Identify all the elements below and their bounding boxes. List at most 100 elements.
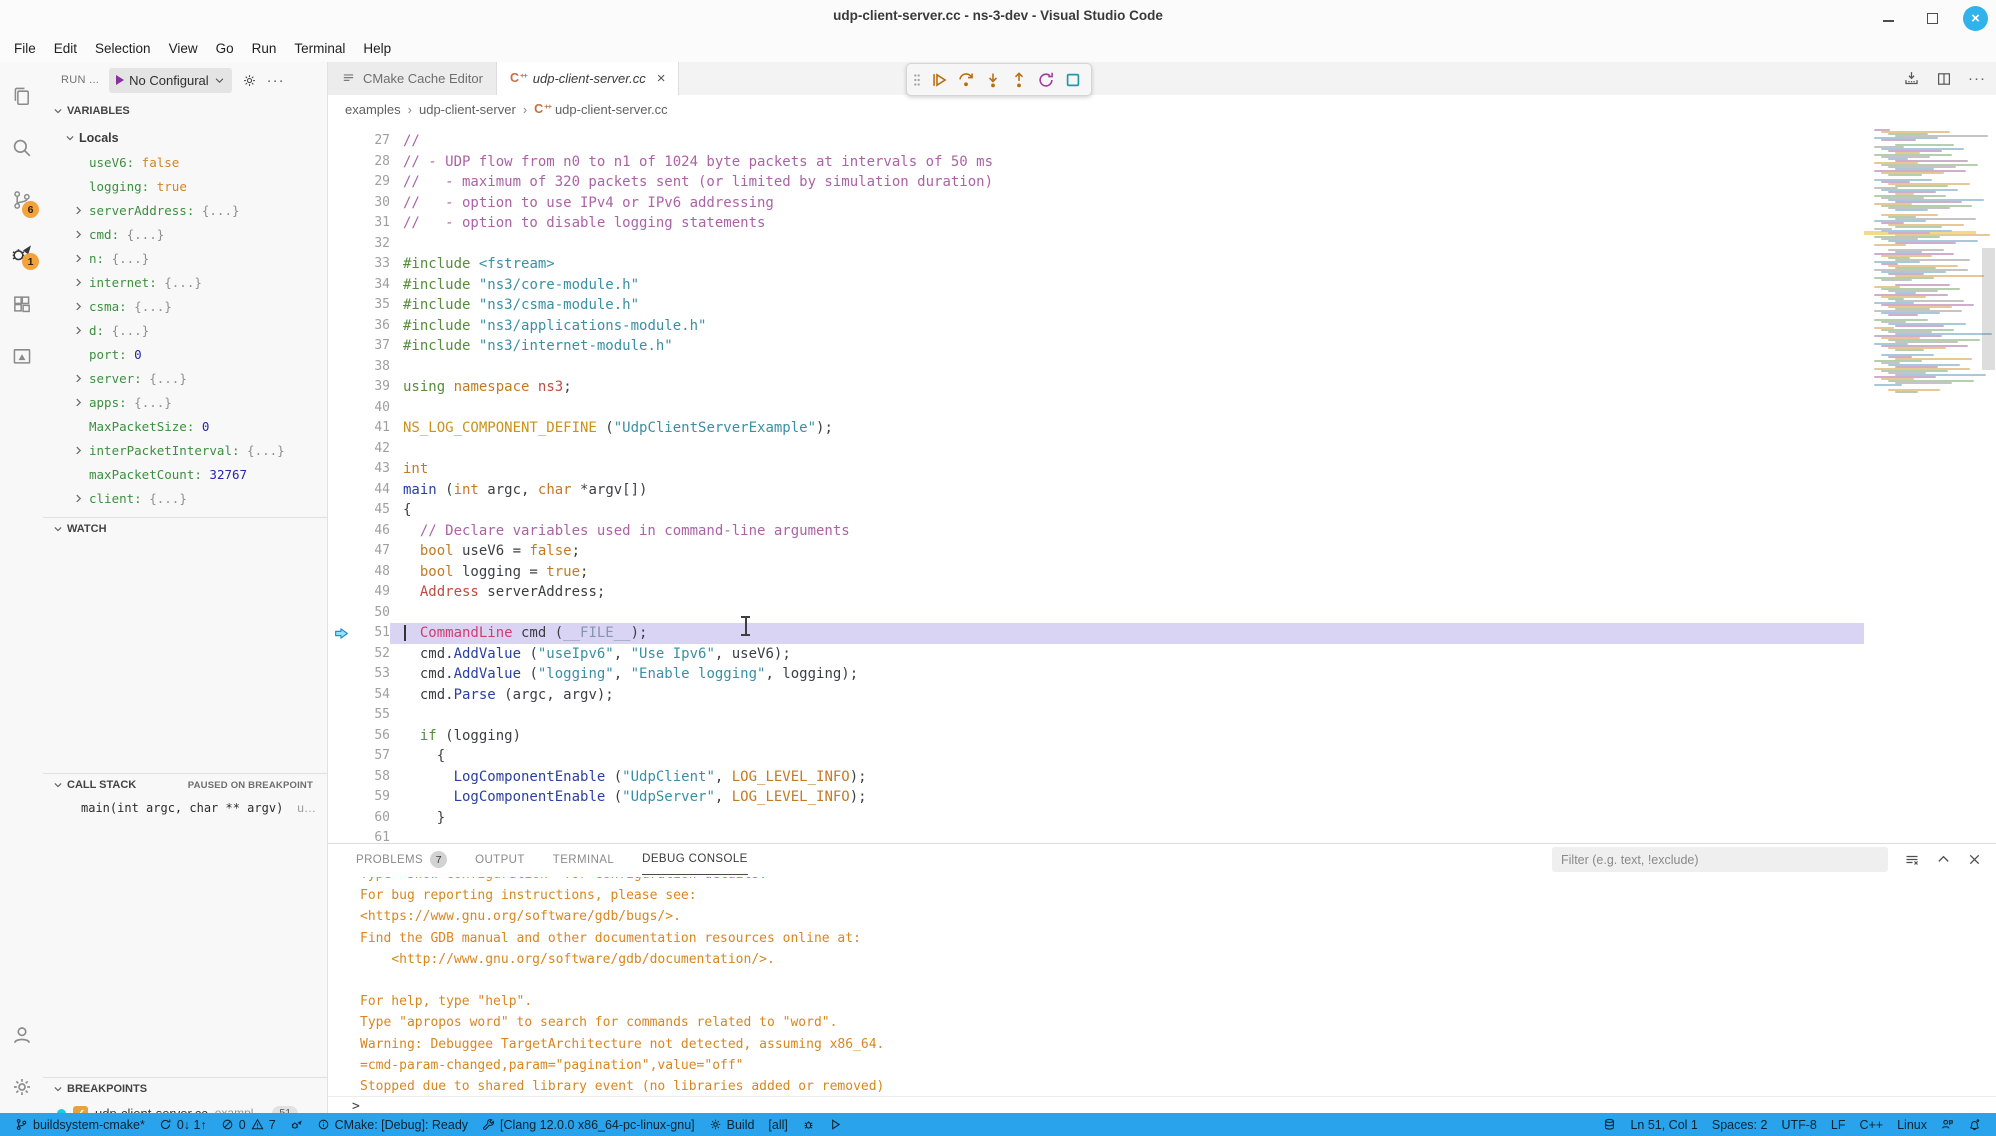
problems-status[interactable]: 07 bbox=[214, 1113, 283, 1136]
code-line-57[interactable]: 57 { bbox=[328, 746, 1864, 767]
code-line-43[interactable]: 43int bbox=[328, 459, 1864, 480]
close-panel-icon[interactable] bbox=[1967, 852, 1982, 867]
code-line-51[interactable]: 51 CommandLine cmd (__FILE__); bbox=[328, 623, 1864, 644]
start-debug-icon[interactable] bbox=[116, 75, 124, 85]
variable-cmd[interactable]: cmd: {...} bbox=[43, 222, 327, 246]
code-line-59[interactable]: 59 LogComponentEnable ("UdpServer", LOG_… bbox=[328, 787, 1864, 808]
scope-locals[interactable]: Locals bbox=[43, 122, 327, 150]
code-line-46[interactable]: 46 // Declare variables used in command-… bbox=[328, 521, 1864, 542]
debug-status[interactable] bbox=[283, 1113, 310, 1136]
code-line-28[interactable]: 28// - UDP flow from n0 to n1 of 1024 by… bbox=[328, 152, 1864, 173]
cmake-status[interactable]: CMake: [Debug]: Ready bbox=[310, 1113, 475, 1136]
variable-logging[interactable]: logging: true bbox=[43, 174, 327, 198]
code-line-60[interactable]: 60 } bbox=[328, 808, 1864, 829]
line-number[interactable]: 32 bbox=[328, 234, 390, 255]
variable-apps[interactable]: apps: {...} bbox=[43, 390, 327, 414]
line-number[interactable]: 41 bbox=[328, 418, 390, 439]
variables-section-header[interactable]: VARIABLES bbox=[43, 100, 327, 122]
line-number[interactable]: 39 bbox=[328, 377, 390, 398]
code-line-49[interactable]: 49 Address serverAddress; bbox=[328, 582, 1864, 603]
menu-help[interactable]: Help bbox=[354, 38, 400, 60]
tray-download-icon[interactable] bbox=[1903, 70, 1920, 87]
feedback[interactable] bbox=[1934, 1113, 1961, 1136]
activity-account[interactable] bbox=[0, 1009, 43, 1061]
code-line-35[interactable]: 35#include "ns3/csma-module.h" bbox=[328, 295, 1864, 316]
line-number[interactable]: 53 bbox=[328, 664, 390, 685]
breakpoints-section-header[interactable]: BREAKPOINTS bbox=[43, 1078, 327, 1100]
more-actions-icon[interactable]: ··· bbox=[267, 72, 285, 89]
variable-serverAddress[interactable]: serverAddress: {...} bbox=[43, 198, 327, 222]
line-number[interactable]: 54 bbox=[328, 685, 390, 706]
close-tab-icon[interactable]: × bbox=[657, 70, 666, 87]
build-button[interactable]: Build bbox=[702, 1113, 762, 1136]
console-filter-input[interactable] bbox=[1552, 847, 1888, 872]
line-number[interactable]: 50 bbox=[328, 603, 390, 624]
step-out-button[interactable] bbox=[1006, 67, 1032, 93]
split-editor-icon[interactable] bbox=[1936, 71, 1952, 87]
line-number[interactable]: 45 bbox=[328, 500, 390, 521]
code-line-50[interactable]: 50 bbox=[328, 603, 1864, 624]
drag-grip[interactable] bbox=[912, 71, 922, 89]
variable-MaxPacketSize[interactable]: MaxPacketSize: 0 bbox=[43, 414, 327, 438]
variable-maxPacketCount[interactable]: maxPacketCount: 32767 bbox=[43, 462, 327, 486]
menu-view[interactable]: View bbox=[160, 38, 207, 60]
code-line-39[interactable]: 39using namespace ns3; bbox=[328, 377, 1864, 398]
variable-interPacketInterval[interactable]: interPacketInterval: {...} bbox=[43, 438, 327, 462]
notifications[interactable] bbox=[1961, 1113, 1988, 1136]
tab-cmake-cache-editor[interactable]: CMake Cache Editor bbox=[328, 62, 497, 95]
code-line-29[interactable]: 29// - maximum of 320 packets sent (or l… bbox=[328, 172, 1864, 193]
variable-d[interactable]: d: {...} bbox=[43, 318, 327, 342]
line-number[interactable]: 33 bbox=[328, 254, 390, 275]
menu-run[interactable]: Run bbox=[243, 38, 286, 60]
menu-go[interactable]: Go bbox=[207, 38, 243, 60]
breadcrumb-item[interactable]: udp-client-server bbox=[419, 102, 516, 117]
variable-client[interactable]: client: {...} bbox=[43, 486, 327, 510]
code-line-55[interactable]: 55 bbox=[328, 705, 1864, 726]
code-line-37[interactable]: 37#include "ns3/internet-module.h" bbox=[328, 336, 1864, 357]
code-line-53[interactable]: 53 cmd.AddValue ("logging", "Enable logg… bbox=[328, 664, 1864, 685]
indentation[interactable]: Spaces: 2 bbox=[1705, 1113, 1775, 1136]
language-mode[interactable]: C++ bbox=[1852, 1113, 1890, 1136]
code-line-36[interactable]: 36#include "ns3/applications-module.h" bbox=[328, 316, 1864, 337]
step-into-button[interactable] bbox=[980, 67, 1006, 93]
code-line-52[interactable]: 52 cmd.AddValue ("useIpv6", "Use Ipv6", … bbox=[328, 644, 1864, 665]
call-stack-section-header[interactable]: CALL STACK PAUSED ON BREAKPOINT bbox=[43, 774, 327, 796]
breadcrumb-item[interactable]: examples bbox=[345, 102, 401, 117]
variable-server[interactable]: server: {...} bbox=[43, 366, 327, 390]
line-number[interactable]: 30 bbox=[328, 193, 390, 214]
line-number[interactable]: 49 bbox=[328, 582, 390, 603]
launch-button[interactable] bbox=[822, 1113, 849, 1136]
variable-internet[interactable]: internet: {...} bbox=[43, 270, 327, 294]
activity-search[interactable] bbox=[0, 122, 43, 174]
line-number[interactable]: 28 bbox=[328, 152, 390, 173]
minimize-button[interactable] bbox=[1875, 5, 1901, 31]
variable-csma[interactable]: csma: {...} bbox=[43, 294, 327, 318]
code-line-45[interactable]: 45{ bbox=[328, 500, 1864, 521]
line-number[interactable]: 40 bbox=[328, 398, 390, 419]
menu-edit[interactable]: Edit bbox=[45, 38, 86, 60]
remote-status[interactable] bbox=[1596, 1113, 1623, 1136]
code-line-56[interactable]: 56 if (logging) bbox=[328, 726, 1864, 747]
code-line-27[interactable]: 27// bbox=[328, 131, 1864, 152]
activity-run-debug[interactable]: 1 bbox=[0, 226, 43, 278]
branch-status[interactable]: buildsystem-cmake* bbox=[8, 1113, 152, 1136]
clear-console-icon[interactable] bbox=[1904, 852, 1920, 868]
gear-icon[interactable] bbox=[242, 73, 257, 88]
stop-button[interactable] bbox=[1060, 67, 1086, 93]
panel-tab-output[interactable]: OUTPUT bbox=[475, 844, 525, 875]
code-line-33[interactable]: 33#include <fstream> bbox=[328, 254, 1864, 275]
line-number[interactable]: 56 bbox=[328, 726, 390, 747]
step-over-button[interactable] bbox=[953, 67, 979, 93]
close-button[interactable]: × bbox=[1963, 6, 1988, 31]
tab-udp-client-server-cc[interactable]: C++udp-client-server.cc× bbox=[497, 62, 680, 95]
line-number[interactable]: 43 bbox=[328, 459, 390, 480]
debug-console-output[interactable]: Type "show configuration" for configurat… bbox=[360, 877, 1972, 1094]
kit-status[interactable]: [Clang 12.0.0 x86_64-pc-linux-gnu] bbox=[475, 1113, 702, 1136]
cursor-position[interactable]: Ln 51, Col 1 bbox=[1623, 1113, 1704, 1136]
continue-button[interactable] bbox=[926, 67, 952, 93]
line-number[interactable]: 57 bbox=[328, 746, 390, 767]
line-number[interactable]: 42 bbox=[328, 439, 390, 460]
code-line-34[interactable]: 34#include "ns3/core-module.h" bbox=[328, 275, 1864, 296]
code-line-38[interactable]: 38 bbox=[328, 357, 1864, 378]
line-number[interactable]: 58 bbox=[328, 767, 390, 788]
